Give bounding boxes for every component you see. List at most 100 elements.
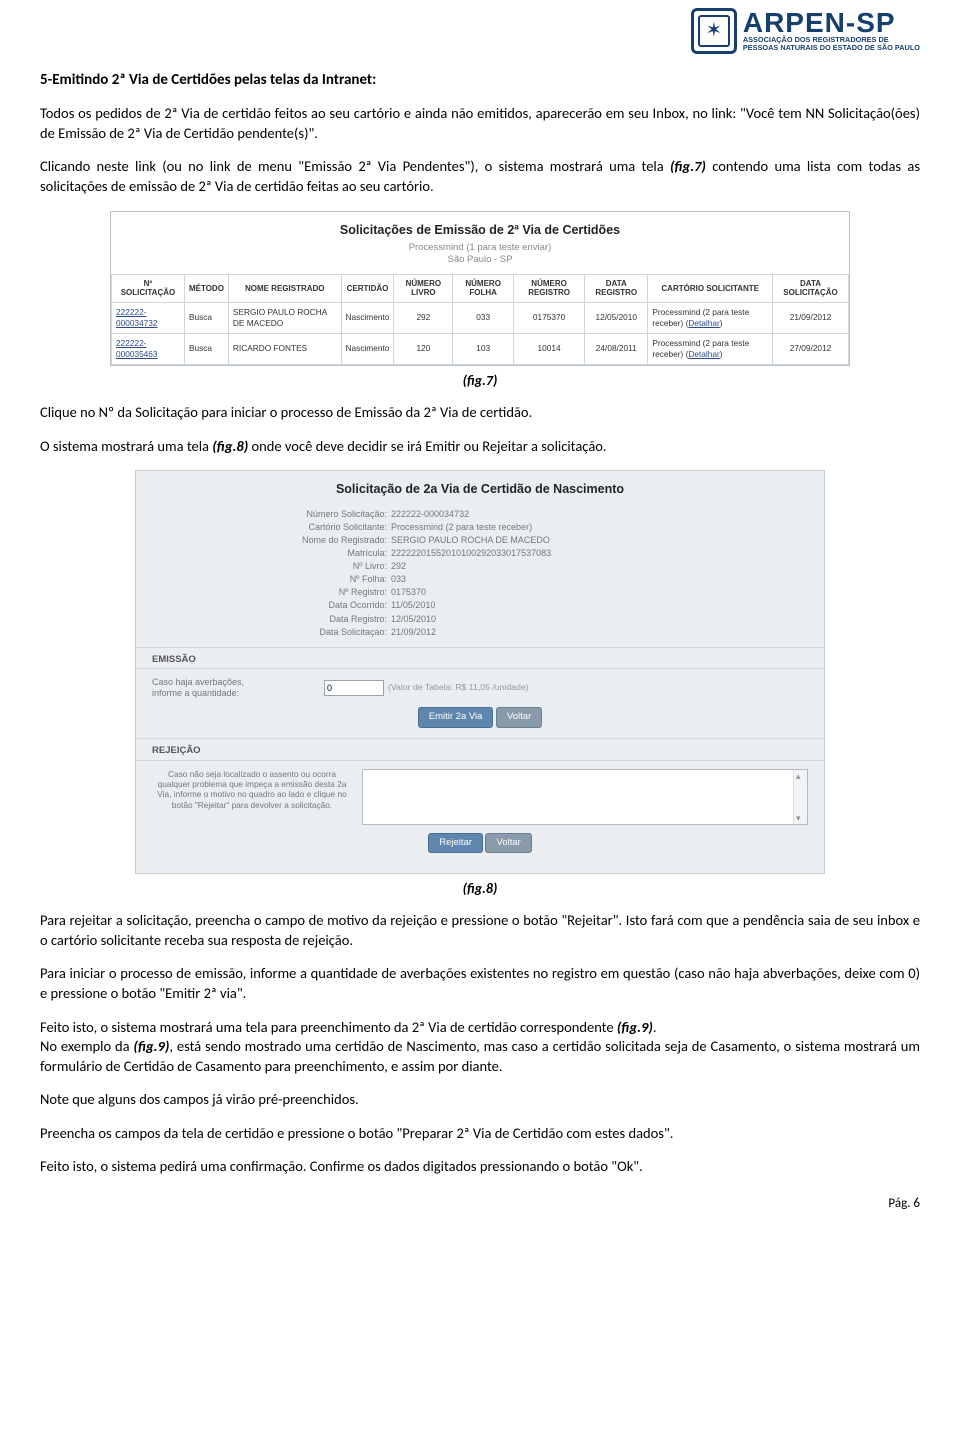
cell-livro: 120 (394, 333, 453, 364)
fig9-ref: (fig.9) (617, 1018, 653, 1036)
val-data-solicitacao: 21/09/2012 (391, 626, 436, 639)
paragraph-3: Clique no Nº da Solicitação para iniciar… (40, 403, 920, 423)
fig7-title: Solicitações de Emissão de 2ª Via de Cer… (111, 212, 849, 243)
paragraph-8a: No exemplo da (40, 1037, 133, 1055)
fig7-ref: (fig.7) (670, 157, 706, 175)
section-title: 5-Emitindo 2ª Via de Certidões pelas tel… (40, 70, 920, 90)
voltar-button-2[interactable]: Voltar (485, 833, 531, 854)
th-data-registro: DATA REGISTRO (585, 275, 648, 302)
val-nome-reg: SERGIO PAULO ROCHA DE MACEDO (391, 534, 550, 547)
fig7-header-row: Nº SOLICITAÇÃO MÉTODO NOME REGISTRADO CE… (112, 275, 849, 302)
voltar-button[interactable]: Voltar (496, 707, 542, 728)
lbl-folha: Nº Folha: (156, 573, 391, 586)
th-livro: NÚMERO LIVRO (394, 275, 453, 302)
paragraph-10: Preencha os campos da tela de certidão e… (40, 1124, 920, 1144)
th-nome: NOME REGISTRADO (228, 275, 341, 302)
cell-solicitacao[interactable]: 222222-000035463 (112, 333, 185, 364)
paragraph-9: Note que alguns dos campos já virão pré-… (40, 1090, 920, 1110)
val-data-registro: 12/05/2010 (391, 613, 436, 626)
cell-certidao: Nascimento (341, 333, 394, 364)
fig7-table: Nº SOLICITAÇÃO MÉTODO NOME REGISTRADO CE… (111, 274, 849, 365)
logo: ✶ ARPEN-SP ASSOCIAÇÃO DOS REGISTRADORES … (691, 8, 920, 54)
paragraph-11: Feito isto, o sistema pedirá uma confirm… (40, 1157, 920, 1177)
logo-seal-icon: ✶ (691, 8, 737, 54)
lbl-num-sol: Número Solicitação: (156, 508, 391, 521)
detalhar-link[interactable]: Detalhar (688, 349, 719, 359)
cell-nome: SERGIO PAULO ROCHA DE MACEDO (228, 302, 341, 333)
paragraph-4b: onde você deve decidir se irá Emitir ou … (248, 437, 606, 455)
val-registro: 0175370 (391, 586, 426, 599)
emissao-lead: Caso haja averbações, informe a quantida… (152, 677, 320, 699)
cell-metodo: Busca (184, 302, 228, 333)
cell-folha: 033 (453, 302, 514, 333)
paragraph-4a: O sistema mostrará uma tela (40, 437, 212, 455)
cell-registro: 10014 (513, 333, 584, 364)
th-solicitacao: Nº SOLICITAÇÃO (112, 275, 185, 302)
fig8-panel: Solicitação de 2a Via de Certidão de Nas… (135, 470, 825, 874)
cell-registro: 0175370 (513, 302, 584, 333)
logo-sub-text-2: PESSOAS NATURAIS DO ESTADO DE SÃO PAULO (743, 44, 920, 52)
th-folha: NÚMERO FOLHA (453, 275, 514, 302)
fig8-caption: (fig.8) (40, 880, 920, 899)
paragraph-1: Todos os pedidos de 2ª Via de certidão f… (40, 104, 920, 143)
header-logo: ✶ ARPEN-SP ASSOCIAÇÃO DOS REGISTRADORES … (40, 8, 920, 64)
val-livro: 292 (391, 560, 406, 573)
paragraph-5: Para rejeitar a solicitação, preencha o … (40, 911, 920, 950)
lbl-data-solicitacao: Data Solicitaçao: (156, 626, 391, 639)
lbl-registro: Nº Registro: (156, 586, 391, 599)
fig8-info: Número Solicitação:222222-000034732 Cart… (136, 508, 824, 646)
paragraph-2: Clicando neste link (ou no link de menu … (40, 157, 920, 196)
star-icon: ✶ (705, 21, 722, 41)
paragraph-8b: , está sendo mostrado uma certidão de Na… (40, 1037, 920, 1075)
rejeitar-button[interactable]: Rejeitar (428, 833, 483, 854)
solicitacao-link[interactable]: 222222-000034732 (116, 307, 158, 328)
scrollbar-icon[interactable] (793, 770, 807, 824)
paragraph-7a: Feito isto, o sistema mostrará uma tela … (40, 1018, 617, 1036)
paragraph-4: O sistema mostrará uma tela (fig.8) onde… (40, 437, 920, 457)
cell-data-registro: 24/08/2011 (585, 333, 648, 364)
fig7-subtitle: Processmind (1 para teste enviar) São Pa… (111, 242, 849, 274)
detalhar-link[interactable]: Detalhar (688, 318, 719, 328)
paragraph-7b: . (653, 1018, 657, 1036)
lbl-nome-reg: Nome do Registrado: (156, 534, 391, 547)
emitir-button[interactable]: Emitir 2a Via (418, 707, 494, 728)
th-data-solicitacao: DATA SOLICITAÇÃO (773, 275, 849, 302)
cell-cartorio: Processmind (2 para teste receber) (Deta… (648, 302, 773, 333)
lbl-cart-sol: Cartório Solicitante: (156, 521, 391, 534)
rejeicao-textarea[interactable] (362, 769, 808, 825)
paragraph-7-8: Feito isto, o sistema mostrará uma tela … (40, 1018, 920, 1077)
cell-solicitacao[interactable]: 222222-000034732 (112, 302, 185, 333)
cell-nome: RICARDO FONTES (228, 333, 341, 364)
rejeicao-body: Caso não seja localizado o assento ou oc… (136, 761, 824, 864)
val-num-sol: 222222-000034732 (391, 508, 469, 521)
fig7-sub1: Processmind (1 para teste enviar) (409, 242, 552, 253)
th-cartorio: CARTÓRIO SOLICITANTE (648, 275, 773, 302)
table-row: 222222-000034732 Busca SERGIO PAULO ROCH… (112, 302, 849, 333)
table-row: 222222-000035463 Busca RICARDO FONTES Na… (112, 333, 849, 364)
fig8-title: Solicitação de 2a Via de Certidão de Nas… (136, 471, 824, 508)
paragraph-6: Para iniciar o processo de emissão, info… (40, 964, 920, 1003)
th-registro: NÚMERO REGISTRO (513, 275, 584, 302)
emissao-hint: (Valor de Tabela: R$ 11,05 /unidade) (388, 682, 529, 694)
fig7-sub2: São Paulo - SP (448, 254, 513, 265)
solicitacao-link[interactable]: 222222-000035463 (116, 338, 158, 359)
paragraph-2a: Clicando neste link (ou no link de menu … (40, 157, 670, 175)
fig8-ref: (fig.8) (212, 437, 248, 455)
val-matricula: 22222201552010100292033017537083 (391, 547, 551, 560)
page-footer: Pág. 6 (40, 1195, 920, 1213)
val-data-ocorrido: 11/05/2010 (391, 599, 435, 612)
emissao-lead1: Caso haja averbações, (152, 677, 244, 687)
cell-data-solicitacao: 27/09/2012 (773, 333, 849, 364)
th-certidao: CERTIDÃO (341, 275, 394, 302)
rejeicao-text: Caso não seja localizado o assento ou oc… (152, 769, 352, 810)
lbl-livro: Nº Livro: (156, 560, 391, 573)
lbl-data-ocorrido: Data Ocorrido: (156, 599, 391, 612)
cell-folha: 103 (453, 333, 514, 364)
averbacoes-input[interactable] (324, 680, 384, 696)
lbl-matricula: Matrícula: (156, 547, 391, 560)
fig7-panel: Solicitações de Emissão de 2ª Via de Cer… (110, 211, 850, 367)
cell-cartorio: Processmind (2 para teste receber) (Deta… (648, 333, 773, 364)
cell-data-solicitacao: 21/09/2012 (773, 302, 849, 333)
cell-metodo: Busca (184, 333, 228, 364)
emissao-lead2: informe a quantidade: (152, 688, 239, 698)
